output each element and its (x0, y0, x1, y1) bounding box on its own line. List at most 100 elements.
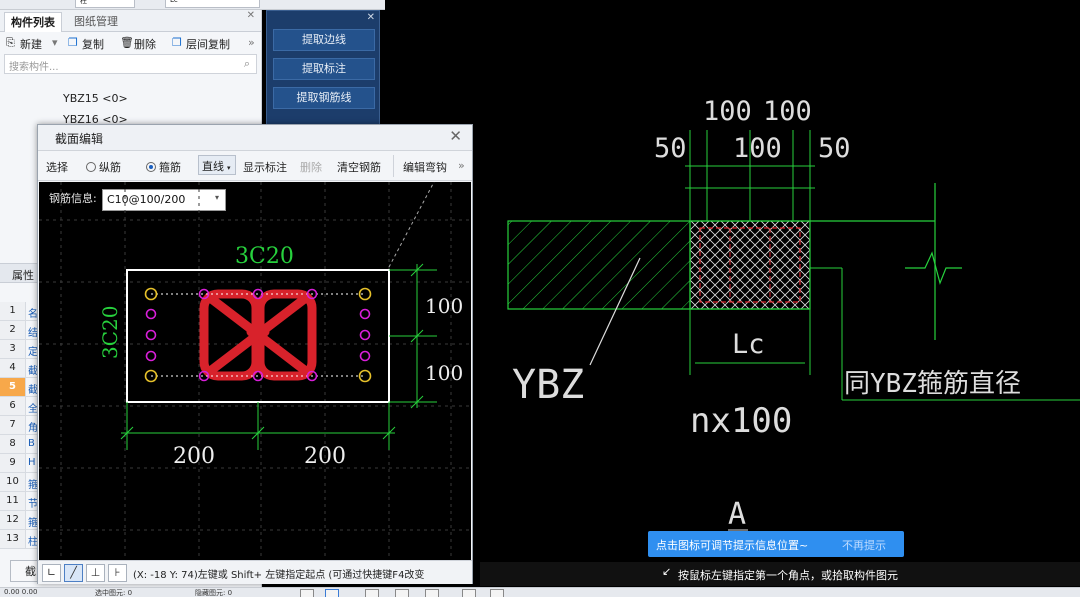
more-button[interactable]: » (458, 159, 465, 172)
row-number: 13 (0, 530, 26, 548)
dialog-statusbar: ∟ ╱ ⊥ ⊦ (X: -18 Y: 74)左键或 Shift+ 左键指定起点 … (38, 560, 472, 584)
radio-longitudinal[interactable]: 纵筋 (86, 159, 121, 175)
properties-header: 属性 (0, 263, 40, 283)
row-number: 2 (0, 321, 26, 339)
edit-hook-button[interactable]: 编辑弯钩 (403, 159, 447, 175)
top-strip: 柱 Lc (0, 0, 385, 10)
cad-label-lc: Lc (732, 329, 765, 360)
cad-canvas[interactable]: 100 100 50 100 50 YBZ Lc nx100 同YBZ箍筋直径 … (480, 10, 1080, 586)
section-edit-dialog: 截面编辑 ✕ 选择 纵筋 箍筋 直线 ▾ 显示标注 删除 清空钢筋 编辑弯钩 » … (37, 124, 473, 584)
cursor-icon: ↙ (662, 565, 672, 578)
new-icon[interactable]: ⎘ (6, 36, 15, 50)
cad-dim-mid-left: 50 (654, 133, 687, 164)
line-mode-select[interactable]: 直线 ▾ (198, 155, 236, 175)
section-edit-button[interactable]: 截 (10, 560, 40, 582)
cad-label-same: 同YBZ箍筋直径 (844, 369, 1021, 399)
status-tool-icon[interactable] (395, 589, 409, 597)
more-button[interactable]: » (248, 36, 255, 49)
status-tool-icon[interactable] (325, 589, 339, 597)
property-row[interactable]: 10 箍 (0, 473, 40, 492)
chevron-down-icon[interactable]: ▾ (52, 36, 58, 49)
status-tool-icon[interactable] (462, 589, 476, 597)
leader-line (388, 182, 435, 268)
row-number: 3 (0, 340, 26, 358)
radio-stirrup[interactable]: 箍筋 (146, 159, 181, 175)
select-button[interactable]: 选择 (46, 159, 68, 175)
extract-dim-button[interactable]: 提取标注 (273, 58, 375, 80)
toolbar-divider (393, 155, 394, 177)
radio-stirrup-label: 箍筋 (159, 161, 181, 174)
status-tool-icon[interactable] (365, 589, 379, 597)
component-toolbar: ⎘ 新建 ▾ ❐ 复制 🗑 删除 ❐ 层间复制 » (0, 32, 261, 54)
extract-panel: ✕ 提取边线 提取标注 提取钢筋线 (266, 10, 380, 128)
extract-edge-button[interactable]: 提取边线 (273, 29, 375, 51)
extract-rebar-button[interactable]: 提取钢筋线 (273, 87, 375, 109)
property-row[interactable]: 11 节 (0, 492, 40, 511)
row-number: 6 (0, 397, 26, 415)
clear-rebar-button[interactable]: 清空钢筋 (337, 159, 381, 175)
ortho-icon[interactable]: ∟ (42, 564, 61, 582)
floor-copy-button[interactable]: 层间复制 (186, 36, 230, 52)
new-button[interactable]: 新建 (20, 36, 42, 52)
copy-icon: ❐ (68, 36, 78, 49)
property-row[interactable]: 3定 (0, 340, 40, 359)
snap-icon[interactable]: ⊦ (108, 564, 127, 582)
property-row[interactable]: 5截 (0, 378, 40, 397)
row-number: 1 (0, 302, 26, 320)
hidden-count: 隐藏图元: 0 (195, 589, 233, 597)
property-row[interactable]: 7角 (0, 416, 40, 435)
copy-button[interactable]: 复制 (82, 36, 104, 52)
list-item[interactable]: YBZ15 <0> (63, 92, 128, 105)
trash-icon: 🗑 (120, 36, 134, 49)
top-field-b[interactable]: Lc (165, 0, 260, 8)
property-row[interactable]: 9H (0, 454, 40, 473)
close-icon[interactable]: ✕ (449, 127, 462, 145)
tip-bubble: 点击图标可调节提示信息位置~ 不再提示 (648, 531, 904, 557)
property-row[interactable]: 13 柱 (0, 530, 40, 549)
property-row[interactable]: 8B (0, 435, 40, 454)
section-drawing: 3C20 3C20 100 100 200 200 (39, 182, 471, 560)
close-icon[interactable]: ✕ (247, 10, 255, 21)
top-field-a-text: 柱 (80, 0, 87, 5)
stirrups (199, 289, 317, 381)
property-row[interactable]: 6全 (0, 397, 40, 416)
delete-button[interactable]: 删除 (134, 36, 156, 52)
status-bar: 0.00 0.00 选中图元: 0 隐藏图元: 0 (0, 587, 1080, 597)
hint-text: 按鼠标左键指定第一个角点，或拾取构件图元 (678, 569, 898, 582)
radio-icon (86, 162, 96, 172)
dim-right-2: 100 (425, 361, 463, 385)
show-dim-button[interactable]: 显示标注 (243, 159, 287, 175)
top-bars-label: 3C20 (235, 244, 294, 269)
search-input[interactable]: 搜索构件... ⌕ (4, 54, 257, 74)
cad-label-ybz: YBZ (512, 362, 584, 408)
line-tool-icon[interactable]: ╱ (64, 564, 83, 582)
tab-drawing-management[interactable]: 图纸管理 (68, 12, 124, 32)
property-row[interactable]: 2结 (0, 321, 40, 340)
cad-label-nx: nx100 (690, 401, 792, 441)
cad-label-a: A (728, 497, 746, 532)
tab-component-list[interactable]: 构件列表 (4, 12, 62, 32)
top-field-a[interactable]: 柱 (75, 0, 135, 8)
property-row[interactable]: 4截 (0, 359, 40, 378)
status-text: (X: -18 Y: 74)左键或 Shift+ 左键指定起点 (可通过快捷键F… (133, 570, 425, 581)
status-tool-icon[interactable] (300, 589, 314, 597)
section-canvas[interactable]: 钢筋信息: C10@100/200 ▾ 3C20 3C20 100 100 20… (39, 182, 471, 560)
radio-selected-icon (146, 162, 156, 172)
property-row[interactable]: 12 箍 (0, 511, 40, 530)
close-icon[interactable]: ✕ (367, 12, 375, 23)
cad-dim-top-1: 100 (703, 96, 752, 127)
perp-icon[interactable]: ⊥ (86, 564, 105, 582)
row-number: 5 (0, 378, 26, 396)
status-tool-icon[interactable] (425, 589, 439, 597)
search-icon[interactable]: ⌕ (244, 57, 250, 71)
column-section (689, 220, 811, 310)
selected-count: 选中图元: 0 (95, 589, 133, 597)
properties-title: 属性 (12, 269, 34, 282)
dim-bottom-1: 200 (173, 444, 215, 469)
delete-rebar-button[interactable]: 删除 (300, 159, 322, 175)
tip-dismiss-button[interactable]: 不再提示 (842, 537, 886, 553)
property-row[interactable]: 1名 (0, 302, 40, 321)
search-placeholder: 搜索构件... (9, 62, 59, 73)
status-tool-icon[interactable] (490, 589, 504, 597)
row-number: 7 (0, 416, 26, 434)
